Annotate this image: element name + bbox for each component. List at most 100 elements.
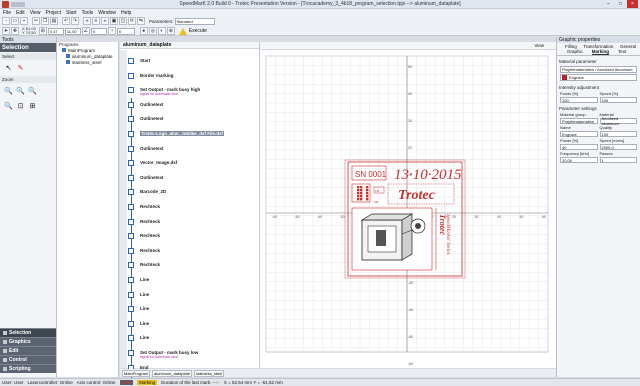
accordion-scripting[interactable]: Scripting (0, 364, 56, 373)
program-step[interactable]: Barcode_2D (128, 188, 258, 198)
group-icon[interactable]: ▣ (110, 17, 118, 25)
accordion-edit[interactable]: Edit (0, 346, 56, 355)
program-step[interactable]: Rechteck (128, 261, 258, 271)
program-step[interactable]: Line (128, 334, 258, 344)
mirror-icon[interactable]: ⇋ (137, 17, 145, 25)
ungroup-icon[interactable]: ◫ (119, 17, 127, 25)
angle-field[interactable]: 0 (90, 27, 107, 35)
doc-tab-stainless[interactable]: stainless_steel (194, 369, 225, 377)
zoom-selection-icon[interactable]: 🔍 (4, 101, 13, 110)
menu-window[interactable]: Window (98, 10, 116, 16)
width-field[interactable]: 0,47 (47, 27, 64, 35)
doc-tab-aluminum[interactable]: aluminum_dataplate (152, 369, 193, 377)
accordion-selection[interactable]: Selection (0, 328, 56, 337)
open-icon[interactable]: ▭ (11, 17, 19, 25)
program-step[interactable]: Start (128, 57, 258, 67)
param-value[interactable]: Anodized aluminum (599, 116, 637, 126)
minimize-button[interactable]: – (603, 0, 614, 8)
barcode-module (360, 186, 363, 189)
param-value[interactable]: Engrave (560, 131, 598, 137)
program-step[interactable]: Line (128, 305, 258, 315)
speedmark-window: SpeedMarK 2.0 Build 0 - Trotec Presentat… (0, 0, 640, 386)
design-canvas[interactable]: View -60-50-40-30-20-1001020304050605040… (260, 42, 556, 368)
param-value[interactable]: Projektmaterialien (560, 118, 598, 124)
zoom-all-icon[interactable]: ⊞ (28, 101, 37, 110)
tab-graphic[interactable]: Graphic (567, 49, 583, 55)
doc-tab-mainprogram[interactable]: MainProgram (122, 369, 151, 377)
save-icon[interactable]: ▪ (20, 17, 28, 25)
redo-icon[interactable]: ↷ (71, 17, 79, 25)
program-step[interactable]: Set Output - mark busy high signal for au… (128, 86, 258, 96)
process-dropdown[interactable]: Engrave (560, 74, 637, 81)
view-dropdown[interactable]: View (534, 43, 544, 48)
copy-icon[interactable]: ❐ (41, 17, 49, 25)
param-value[interactable]: 20,00 (560, 157, 598, 163)
program-step[interactable]: Outlinetext (128, 101, 258, 111)
paste-icon[interactable]: ▤ (50, 17, 58, 25)
undo-icon[interactable]: ↶ (62, 17, 70, 25)
program-step[interactable]: Outlinetext (128, 174, 258, 184)
zoom-page-icon[interactable]: ⊡ (16, 101, 25, 110)
zoom-out-icon[interactable]: 🔍 (16, 86, 25, 95)
menu-edit[interactable]: Edit (16, 10, 25, 16)
program-step[interactable]: Line (128, 291, 258, 301)
menu-file[interactable]: File (3, 10, 11, 16)
program-step[interactable]: Rechteck (128, 247, 258, 257)
align-left-icon[interactable]: ⫷ (83, 17, 91, 25)
material-dropdown[interactable]: Projektmaterialien / Anodized Aluminum (560, 66, 637, 73)
focus-icon[interactable]: ⊕ (166, 27, 175, 35)
program-scrollbar[interactable] (120, 50, 127, 368)
menu-start[interactable]: Start (66, 10, 77, 16)
align-right-icon[interactable]: ⫸ (101, 17, 109, 25)
maximize-button[interactable]: □ (615, 0, 626, 8)
move-icon[interactable]: ✥ (11, 27, 19, 35)
speed-field[interactable]: 100 (599, 97, 637, 103)
menu-view[interactable]: View (30, 10, 41, 16)
align-center-icon[interactable]: ≡ (92, 17, 100, 25)
program-step[interactable]: Outlinetext (128, 145, 258, 155)
new-icon[interactable]: ▫ (2, 17, 10, 25)
cut-icon[interactable]: ✂ (32, 17, 40, 25)
program-step[interactable]: Line (128, 276, 258, 286)
menu-tools[interactable]: Tools (82, 10, 94, 16)
param-value[interactable]: 40 (560, 144, 598, 150)
program-step[interactable]: Border marking (128, 72, 258, 82)
shutter-icon[interactable]: ◐ (157, 27, 166, 35)
radius-field[interactable]: 0 (116, 27, 135, 35)
rotate-icon[interactable]: ⟳ (128, 17, 136, 25)
program-step[interactable]: Vector_Image.dxf (128, 159, 258, 169)
lock-ratio-icon[interactable]: ⊞ (38, 27, 47, 35)
execute-button[interactable]: Execute (178, 27, 207, 35)
menu-project[interactable]: Project (45, 10, 61, 16)
quick-access-toolbar[interactable] (11, 2, 25, 7)
program-step[interactable]: Set Output - mark busy low signal for aut… (128, 349, 258, 359)
program-step[interactable]: Line (128, 320, 258, 330)
zoom-fit-icon[interactable]: 🔍 (28, 86, 37, 95)
pointer-icon[interactable]: ➤ (2, 27, 10, 35)
close-button[interactable]: × (627, 0, 638, 8)
laser-on-icon[interactable]: ● (139, 27, 148, 35)
tab-marking[interactable]: Marking (591, 49, 610, 55)
accordion-control[interactable]: Control (0, 355, 56, 364)
program-step[interactable]: Outlinetext (128, 115, 258, 125)
param-value[interactable]: 100 (599, 131, 637, 137)
height-field[interactable]: 11,00 (64, 27, 81, 35)
parameters-dropdown[interactable]: Standard (174, 17, 215, 25)
zoom-in-icon[interactable]: 🔍 (4, 86, 13, 95)
arrow-select-icon[interactable]: ↖ (4, 63, 13, 72)
program-step[interactable]: Rechteck (128, 232, 258, 242)
tab-text[interactable]: Text (618, 49, 626, 55)
param-value[interactable]: 2000,0 (599, 144, 637, 150)
param-value[interactable]: 1 (599, 157, 637, 163)
canvas-header: View (260, 42, 556, 50)
node-select-icon[interactable]: ✎ (16, 63, 25, 72)
accordion-graphics[interactable]: Graphics (0, 337, 56, 346)
program-step[interactable]: Rechteck (128, 203, 258, 213)
program-step[interactable]: Rechteck (128, 218, 258, 228)
tree-item-stainless[interactable]: stainless_steel (57, 59, 118, 65)
program-step[interactable]: Trotec-Logo_alun_Jubiläe_dxf File.dxf (128, 130, 258, 140)
canvas-drawing[interactable]: -60-50-40-30-20-100102030405060504030201… (260, 50, 556, 368)
menu-help[interactable]: Help (121, 10, 131, 16)
pilot-laser-icon[interactable]: ◎ (148, 27, 157, 35)
power-field[interactable]: 100 (560, 97, 598, 103)
